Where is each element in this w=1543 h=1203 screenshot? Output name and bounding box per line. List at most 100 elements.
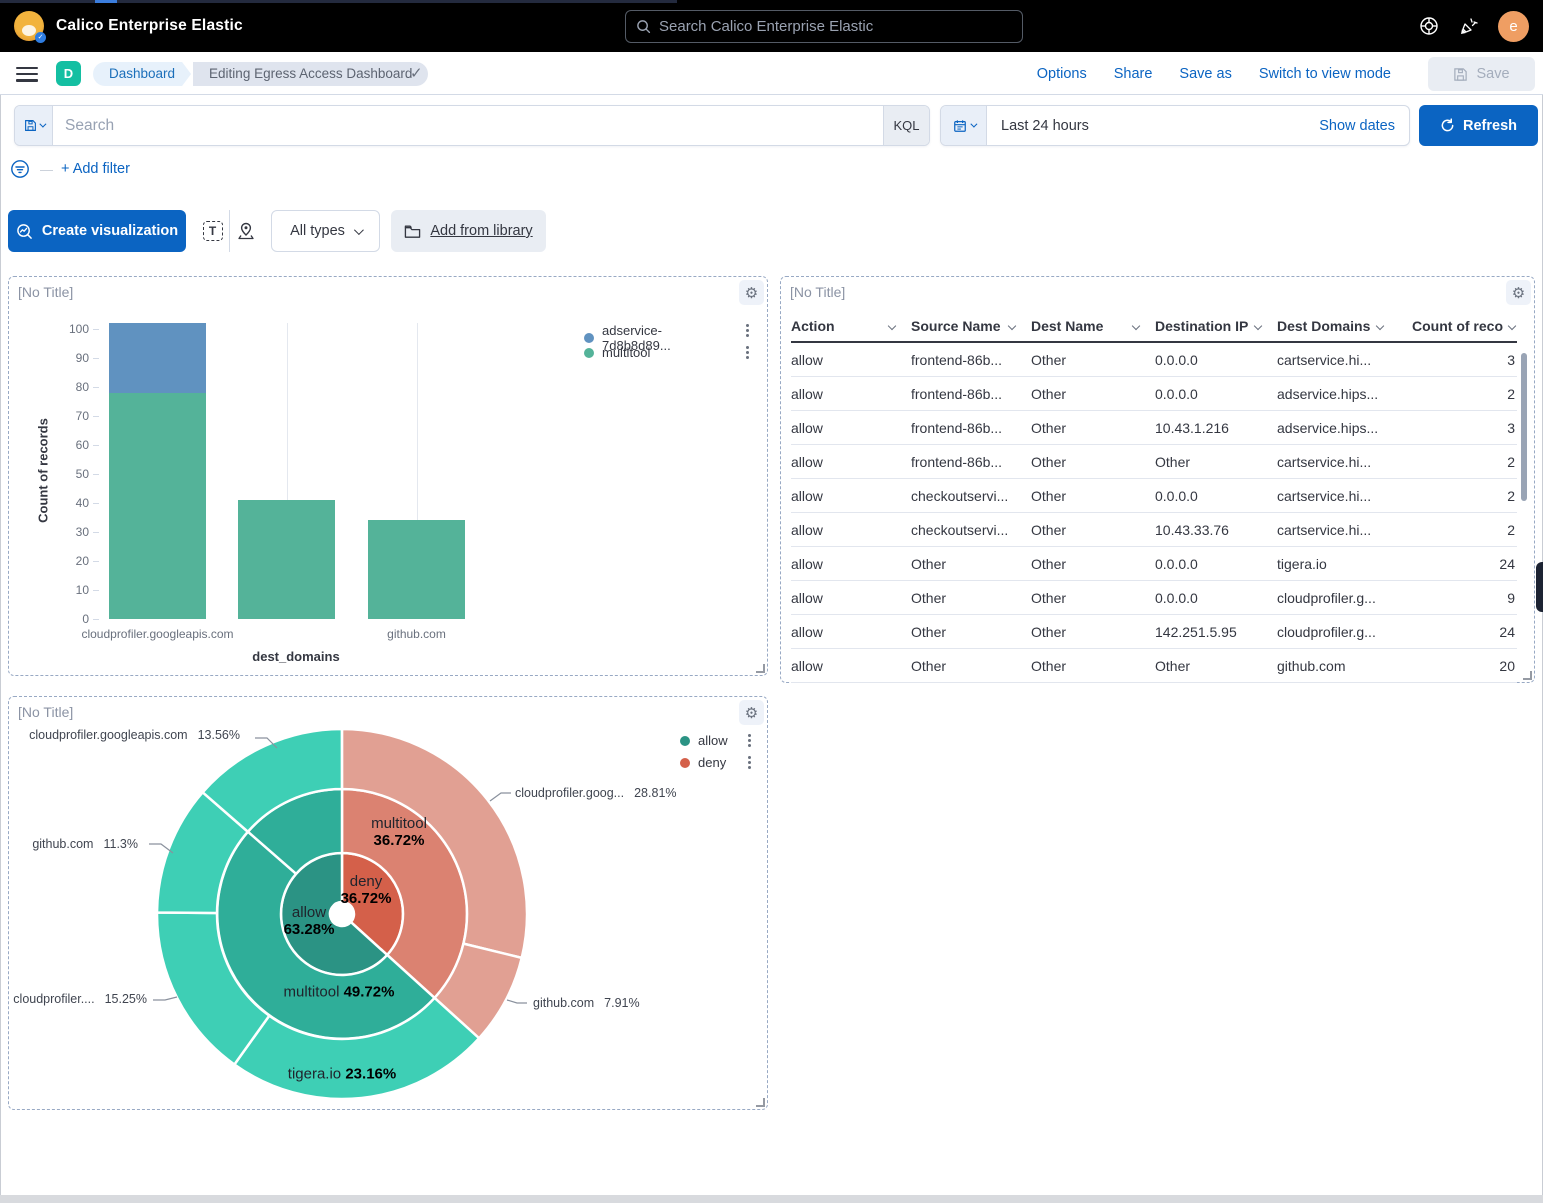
- y-axis-tick: [93, 358, 99, 359]
- text-icon: T: [203, 221, 223, 241]
- panel-resize-handle[interactable]: [756, 1098, 765, 1107]
- add-from-library-button[interactable]: Add from library: [391, 210, 546, 252]
- menu-icon[interactable]: [16, 67, 38, 82]
- save-as-button[interactable]: Save as: [1179, 66, 1231, 82]
- create-visualization-button[interactable]: Create visualization: [8, 210, 186, 252]
- x-axis-tick-label: github.com: [387, 627, 446, 641]
- table-row[interactable]: allowfrontend-86b...Other0.0.0.0adservic…: [791, 377, 1517, 411]
- time-range-value[interactable]: Last 24 hours: [987, 106, 1305, 145]
- space-avatar[interactable]: D: [56, 61, 81, 86]
- column-header[interactable]: Count of reco: [1399, 318, 1517, 334]
- edit-title-icon[interactable]: ✓: [410, 64, 423, 82]
- table-cell: 2: [1399, 522, 1517, 538]
- table-cell: 142.251.5.95: [1155, 624, 1277, 640]
- switch-to-view-mode-button[interactable]: Switch to view mode: [1259, 66, 1391, 82]
- app-header: ✓ Calico Enterprise Elastic Search Calic…: [0, 0, 1543, 52]
- options-button[interactable]: Options: [1037, 66, 1087, 82]
- kql-search-input[interactable]: Search: [53, 106, 883, 145]
- panel-settings-gear-icon[interactable]: ⚙: [1506, 280, 1531, 305]
- table-row[interactable]: allowcheckoutservi...Other10.43.33.76car…: [791, 513, 1517, 547]
- share-button[interactable]: Share: [1114, 66, 1153, 82]
- all-types-dropdown[interactable]: All types: [271, 210, 380, 252]
- legend-actions-icon[interactable]: [746, 346, 749, 349]
- show-dates-button[interactable]: Show dates: [1305, 106, 1409, 145]
- table-cell: allow: [791, 590, 911, 606]
- column-header[interactable]: Source Name: [911, 318, 1031, 334]
- table-row[interactable]: allowfrontend-86b...Other10.43.1.216adse…: [791, 411, 1517, 445]
- date-picker-menu-button[interactable]: [941, 106, 987, 145]
- legend-item[interactable]: deny: [680, 755, 726, 770]
- collapsed-flyout-tab[interactable]: [1536, 562, 1543, 612]
- table-row[interactable]: allowOtherOther142.251.5.95cloudprofiler…: [791, 615, 1517, 649]
- y-axis-tick: [93, 619, 99, 620]
- y-axis-tick-label: 90: [59, 352, 89, 364]
- add-text-button[interactable]: T: [196, 210, 229, 252]
- table-row[interactable]: allowcheckoutservi...Other0.0.0.0cartser…: [791, 479, 1517, 513]
- table-cell: cartservice.hi...: [1277, 352, 1399, 368]
- table-cell: Other: [1155, 658, 1277, 674]
- legend-item[interactable]: multitool: [584, 345, 650, 360]
- table-cell: 3: [1399, 420, 1517, 436]
- bar-segment-multitool[interactable]: [109, 393, 206, 619]
- breadcrumb-dashboard[interactable]: Dashboard: [93, 62, 191, 86]
- filter-icon[interactable]: [10, 159, 30, 179]
- add-map-button[interactable]: [229, 210, 262, 252]
- y-axis-tick-label: 70: [59, 410, 89, 422]
- table-cell: Other: [1031, 624, 1155, 640]
- y-axis-tick-label: 60: [59, 439, 89, 451]
- table-cell: 2: [1399, 386, 1517, 402]
- sort-chevron-icon: [1508, 322, 1516, 330]
- kql-language-button[interactable]: KQL: [883, 106, 929, 145]
- panel-resize-handle[interactable]: [756, 664, 765, 673]
- panel-settings-gear-icon[interactable]: ⚙: [739, 280, 764, 305]
- global-search-placeholder: Search Calico Enterprise Elastic: [659, 18, 873, 35]
- legend-item[interactable]: allow: [680, 733, 728, 748]
- bar-segment-adservice-7d8b8d89-[interactable]: [109, 323, 206, 393]
- panel-resize-handle[interactable]: [1523, 671, 1532, 680]
- column-header[interactable]: Dest Domains: [1277, 318, 1399, 334]
- table-row[interactable]: allowOtherOtherOthergithub.com20: [791, 649, 1517, 683]
- table-row[interactable]: allowOtherOther0.0.0.0tigera.io24: [791, 547, 1517, 581]
- sort-chevron-icon: [888, 322, 896, 330]
- table-cell: cloudprofiler.g...: [1277, 624, 1399, 640]
- global-search-input[interactable]: Search Calico Enterprise Elastic: [625, 10, 1023, 43]
- table-cell: allow: [791, 488, 911, 504]
- table-cell: Other: [1031, 454, 1155, 470]
- help-icon[interactable]: [1418, 15, 1440, 37]
- callout-leader-line: [490, 793, 511, 801]
- legend-actions-icon[interactable]: [746, 324, 749, 327]
- table-cell: allow: [791, 658, 911, 674]
- y-axis-tick: [93, 474, 99, 475]
- table-cell: Other: [1155, 454, 1277, 470]
- refresh-button[interactable]: Refresh: [1419, 105, 1538, 146]
- saved-query-menu-button[interactable]: [15, 106, 53, 145]
- table-cell: Other: [1031, 522, 1155, 538]
- table-row[interactable]: allowfrontend-86b...OtherOthercartservic…: [791, 445, 1517, 479]
- legend-actions-icon[interactable]: [748, 756, 751, 759]
- table-cell: 10.43.1.216: [1155, 420, 1277, 436]
- news-feed-icon[interactable]: [1458, 15, 1480, 37]
- save-button[interactable]: Save: [1428, 57, 1535, 91]
- sunburst-slice-label: allow63.28%: [284, 904, 335, 938]
- legend-actions-icon[interactable]: [748, 734, 751, 737]
- bar-segment-multitool[interactable]: [238, 500, 335, 619]
- table-cell: frontend-86b...: [911, 386, 1031, 402]
- sunburst-slice-label: tigera.io 23.16%: [288, 1066, 396, 1083]
- column-header[interactable]: Action: [791, 318, 911, 334]
- table-scrollbar[interactable]: [1521, 353, 1527, 501]
- table-cell: 10.43.33.76: [1155, 522, 1277, 538]
- filter-bar: — + Add filter: [0, 156, 130, 182]
- column-header[interactable]: Destination IP: [1155, 318, 1277, 334]
- loading-bar-progress: [95, 0, 117, 3]
- table-row[interactable]: allowfrontend-86b...Other0.0.0.0cartserv…: [791, 343, 1517, 377]
- add-filter-button[interactable]: + Add filter: [61, 161, 130, 177]
- table-cell: checkoutservi...: [911, 488, 1031, 504]
- bar-segment-multitool[interactable]: [368, 520, 465, 619]
- table-cell: Other: [1031, 386, 1155, 402]
- column-header[interactable]: Dest Name: [1031, 318, 1155, 334]
- chevron-down-icon: [39, 121, 46, 128]
- user-avatar[interactable]: e: [1498, 11, 1529, 42]
- table-cell: Other: [1031, 658, 1155, 674]
- table-row[interactable]: allowOtherOther0.0.0.0cloudprofiler.g...…: [791, 581, 1517, 615]
- table-cell: github.com: [1277, 658, 1399, 674]
